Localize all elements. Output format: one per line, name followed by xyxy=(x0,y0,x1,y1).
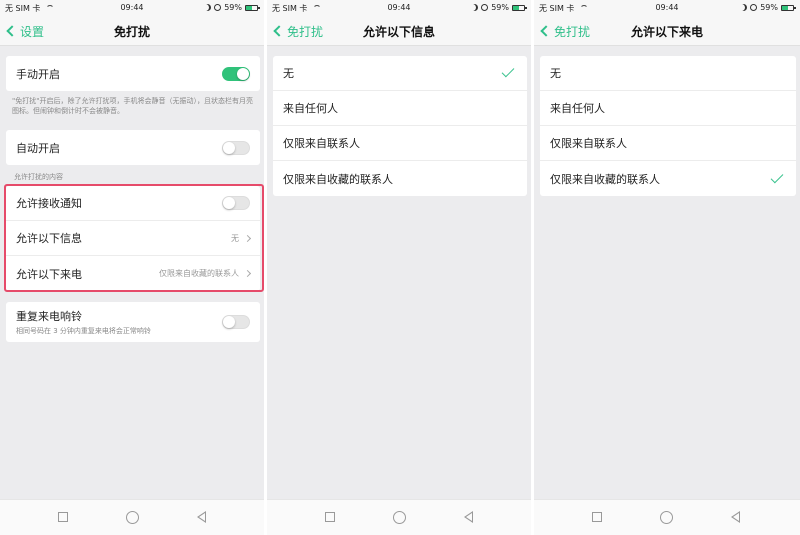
option-label: 来自任何人 xyxy=(283,102,338,115)
option-row[interactable]: 仅限来自联系人 xyxy=(273,126,527,161)
page-title: 允许以下信息 xyxy=(362,25,435,39)
battery-icon xyxy=(781,4,796,11)
screen-divider xyxy=(531,0,534,535)
moon-icon xyxy=(740,4,747,11)
chevron-right-icon xyxy=(243,269,252,278)
nav-bar: 免打扰 允许以下来电 xyxy=(534,16,800,46)
repeat-toggle[interactable] xyxy=(222,315,250,329)
option-row[interactable]: 来自任何人 xyxy=(540,91,796,126)
auto-card: 自动开启 xyxy=(6,130,260,165)
option-row[interactable]: 无 xyxy=(273,56,527,91)
screen-allow-messages: 无 SIM 卡 09:44 59% 免打扰 允许以下信息 无 来自任何人 仅限来… xyxy=(267,0,531,535)
manual-label: 手动开启 xyxy=(16,67,60,81)
system-nav-bar xyxy=(0,499,264,535)
option-label: 来自任何人 xyxy=(550,102,605,115)
status-bar: 无 SIM 卡 09:44 59% xyxy=(534,0,800,16)
option-row[interactable]: 仅限来自收藏的联系人 xyxy=(273,161,527,196)
notify-toggle[interactable] xyxy=(222,196,250,210)
home-icon[interactable] xyxy=(126,511,139,524)
rotation-lock-icon xyxy=(750,4,758,11)
back-triangle-icon[interactable] xyxy=(731,511,740,523)
battery-percent: 59% xyxy=(760,3,778,12)
option-row[interactable]: 来自任何人 xyxy=(273,91,527,126)
system-nav-bar xyxy=(534,499,800,535)
calls-label: 允许以下来电 xyxy=(16,267,82,281)
rotation-lock-icon xyxy=(214,4,222,11)
notify-row[interactable]: 允许接收通知 xyxy=(6,186,260,221)
option-label: 仅限来自收藏的联系人 xyxy=(550,172,660,186)
option-row[interactable]: 无 xyxy=(540,56,796,91)
manual-card: 手动开启 xyxy=(6,56,260,91)
back-triangle-icon[interactable] xyxy=(197,511,206,523)
recents-icon[interactable] xyxy=(58,512,68,522)
home-icon[interactable] xyxy=(660,511,673,524)
screen-divider xyxy=(264,0,267,535)
screen-do-not-disturb: 无 SIM 卡 09:44 59% 设置 免打扰 手动开启 "免打扰"开启后，除 xyxy=(0,0,264,535)
messages-row[interactable]: 允许以下信息 无 xyxy=(6,221,260,256)
status-bar: 无 SIM 卡 09:44 59% xyxy=(267,0,531,16)
moon-icon xyxy=(204,4,211,11)
recents-icon[interactable] xyxy=(325,512,335,522)
battery-percent: 59% xyxy=(491,3,509,12)
battery-percent: 59% xyxy=(224,3,242,12)
system-nav-bar xyxy=(267,499,531,535)
messages-value: 无 xyxy=(231,233,239,243)
auto-row[interactable]: 自动开启 xyxy=(6,130,260,165)
page-title: 免打扰 xyxy=(113,25,150,39)
status-bar: 无 SIM 卡 09:44 59% xyxy=(0,0,264,16)
rotation-lock-icon xyxy=(481,4,489,11)
nav-bar: 免打扰 允许以下信息 xyxy=(267,16,531,46)
calls-row[interactable]: 允许以下来电 仅限来自收藏的联系人 xyxy=(6,256,260,291)
calls-options: 无 来自任何人 仅限来自联系人 仅限来自收藏的联系人 xyxy=(540,56,796,196)
auto-toggle[interactable] xyxy=(222,140,250,155)
moon-icon xyxy=(471,4,478,11)
battery-icon xyxy=(245,4,260,11)
screen-allow-calls: 无 SIM 卡 09:44 59% 免打扰 允许以下来电 无 来自任何人 仅限来… xyxy=(534,0,800,535)
notify-label: 允许接收通知 xyxy=(16,197,82,210)
repeat-row[interactable]: 重复来电响铃 相同号码在 3 分钟内重复来电将会正常响铃 xyxy=(6,302,260,342)
section-label: 允许打扰的内容 xyxy=(14,173,63,181)
recents-icon[interactable] xyxy=(592,512,602,522)
messages-label: 允许以下信息 xyxy=(16,232,82,245)
auto-label: 自动开启 xyxy=(16,141,60,155)
manual-toggle[interactable] xyxy=(222,66,250,81)
home-icon[interactable] xyxy=(393,511,406,524)
repeat-label: 重复来电响铃 xyxy=(16,310,82,323)
messages-options: 无 来自任何人 仅限来自联系人 仅限来自收藏的联系人 xyxy=(273,56,527,196)
calls-value: 仅限来自收藏的联系人 xyxy=(159,269,239,278)
chevron-right-icon xyxy=(243,234,252,242)
battery-icon xyxy=(512,4,527,11)
back-triangle-icon[interactable] xyxy=(464,511,473,523)
repeat-subtext: 相同号码在 3 分钟内重复来电将会正常响铃 xyxy=(16,327,151,335)
nav-bar: 设置 免打扰 xyxy=(0,16,264,46)
page-title: 允许以下来电 xyxy=(630,25,703,39)
option-row[interactable]: 仅限来自收藏的联系人 xyxy=(540,161,796,196)
option-row[interactable]: 仅限来自联系人 xyxy=(540,126,796,161)
option-label: 无 xyxy=(283,67,294,80)
allowed-card: 允许接收通知 允许以下信息 无 允许以下来电 仅限来自收藏的联系人 xyxy=(6,186,260,291)
option-label: 仅限来自联系人 xyxy=(550,137,627,150)
option-label: 仅限来自联系人 xyxy=(283,137,360,150)
option-label: 无 xyxy=(550,67,561,80)
repeat-card: 重复来电响铃 相同号码在 3 分钟内重复来电将会正常响铃 xyxy=(6,302,260,342)
manual-row[interactable]: 手动开启 xyxy=(6,56,260,91)
option-label: 仅限来自收藏的联系人 xyxy=(283,172,393,186)
dnd-note: "免打扰"开启后，除了允许打扰项，手机将会静音（无振动），且状态栏有月亮图标。但… xyxy=(12,97,253,115)
